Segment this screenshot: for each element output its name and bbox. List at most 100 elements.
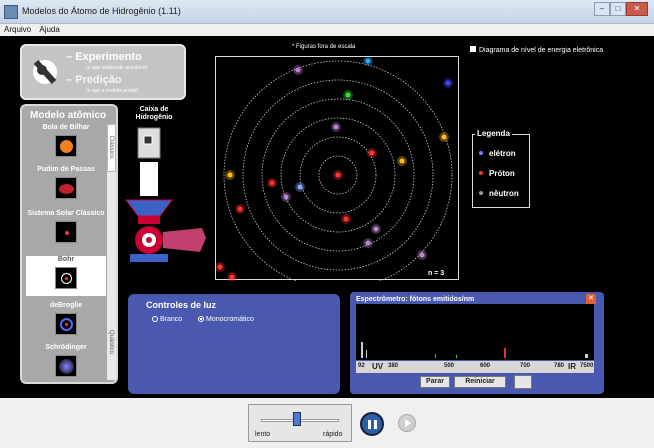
model-solar-system[interactable]: Sistema Solar Clássico [26,210,106,243]
billiard-ball-icon [55,135,77,157]
camera-icon[interactable] [514,375,532,389]
white-light-radio[interactable]: Branco [152,316,182,323]
model-plum-pudding[interactable]: Pudim de Passas [26,166,106,199]
legend-label: elétron [489,149,516,158]
experiment-subtitle: (o que realmente acontece) [86,65,148,71]
pause-button[interactable] [360,412,384,436]
axis-tick: IR [568,362,576,371]
checkbox-icon [470,46,476,52]
proton [335,172,341,178]
photon [217,264,223,270]
axis-tick: UV [372,362,384,371]
model-scale-bar: Clássico Quântico [107,124,116,380]
maximize-button[interactable]: □ [610,2,626,16]
spectrum-axis: 92 UV 380 500 600 700 780 IR 7500 [356,361,594,373]
axis-tick: 92 [358,363,365,369]
legend-item-neutron: nêutron [479,189,519,198]
photon [297,184,303,190]
atom-orbits [215,56,453,290]
spectrometer-close-button[interactable]: ✕ [586,294,596,304]
app-icon [4,5,18,19]
model-label: Sistema Solar Clássico [27,210,105,217]
minimize-button[interactable]: – [594,2,610,16]
model-label: deBroglie [49,302,83,309]
axis-tick: 700 [520,363,531,369]
window-title: Modelos do Átomo de Hidrogênio (1.11) [22,6,181,16]
axis-tick: 500 [444,363,455,369]
photon [229,274,235,280]
legend: Legenda elétron Próton nêutron [472,129,530,208]
axis-tick: 780 [554,363,565,369]
model-panel-title: Modelo atômico [30,110,107,121]
model-schrodinger[interactable]: Schrödinger [26,344,106,377]
photon [283,194,289,200]
solar-system-icon [55,221,77,243]
menubar: Arquivo Ajuda [0,24,654,36]
spectrum-plot [356,304,594,360]
photon [441,134,447,140]
photon [227,172,233,178]
legend-item-electron: elétron [479,149,516,158]
model-debroglie[interactable]: deBroglie [26,302,106,335]
plum-pudding-icon [55,177,77,199]
spectrometer-panel: Espectrômetro: fótons emitidos/nm ✕ 92 U… [350,292,604,394]
monochromatic-radio[interactable]: Monocromático [198,316,254,323]
view-caption: * Figuras fora de escala [292,44,356,50]
light-controls-panel: Controles de luz Branco Monocromático [128,294,340,394]
photon [333,124,339,130]
experiment-option[interactable]: – Experimento [66,51,142,63]
simulation-area: – Experimento (o que realmente acontece)… [0,36,654,398]
mode-icon [33,59,57,85]
photon [237,206,243,212]
classic-label: Clássico [108,135,114,159]
menu-arquivo[interactable]: Arquivo [4,24,31,36]
light-controls-title: Controles de luz [146,300,217,310]
atomic-model-panel: Modelo atômico Bola de Bilhar Pudim de P… [20,104,118,384]
photon [365,240,371,246]
radio-icon [152,316,158,322]
photon [419,252,425,258]
speed-fast-label: rápido [323,431,343,438]
photon [295,67,301,73]
speed-slider[interactable]: lento rápido [248,404,352,442]
debroglie-icon [55,313,77,335]
menu-ajuda[interactable]: Ajuda [39,24,59,36]
schrodinger-icon [55,355,77,377]
prediction-subtitle: (o que o modelo prediz) [86,88,139,94]
energy-diagram-checkbox[interactable]: Diagrama de nível de energia eletrônica [470,46,603,55]
quantum-label: Quântico [108,329,114,354]
model-label: Pudim de Passas [37,166,95,173]
step-button[interactable] [398,414,416,432]
model-label: Schrödinger [45,344,87,351]
neutron-dot-icon [479,191,483,195]
axis-tick: 380 [388,363,399,369]
photon [399,158,405,164]
white-light-label: Branco [160,316,183,323]
photon [345,92,351,98]
prediction-label: Predição [75,74,122,86]
model-label: Bohr [57,256,75,263]
speed-thumb[interactable] [293,412,301,426]
window-titlebar: Modelos do Átomo de Hidrogênio (1.11) – … [0,0,654,24]
energy-diagram-label: Diagrama de nível de energia eletrônica [479,47,604,54]
photon [343,216,349,222]
mode-panel: – Experimento (o que realmente acontece)… [20,44,186,100]
photon [269,180,275,186]
energy-level-label: n = 3 [428,270,445,277]
bottom-controls: lento rápido [0,398,654,448]
photon [369,150,375,156]
bohr-icon [55,267,77,289]
stop-button[interactable]: Parar [420,376,450,388]
model-label: Bola de Bilhar [42,124,90,131]
prediction-option[interactable]: – Predição [66,74,122,86]
close-button[interactable]: ✕ [626,2,648,16]
window-controls: – □ ✕ [594,2,648,18]
model-bohr[interactable]: Bohr [26,256,106,296]
restart-button[interactable]: Reiniciar [454,376,506,388]
photon [445,80,451,86]
model-billiard-ball[interactable]: Bola de Bilhar [26,124,106,157]
atom-view [215,56,459,290]
axis-tick: 7500 [580,363,594,369]
spectrum-lines [361,342,588,358]
legend-item-proton: Próton [479,169,515,178]
